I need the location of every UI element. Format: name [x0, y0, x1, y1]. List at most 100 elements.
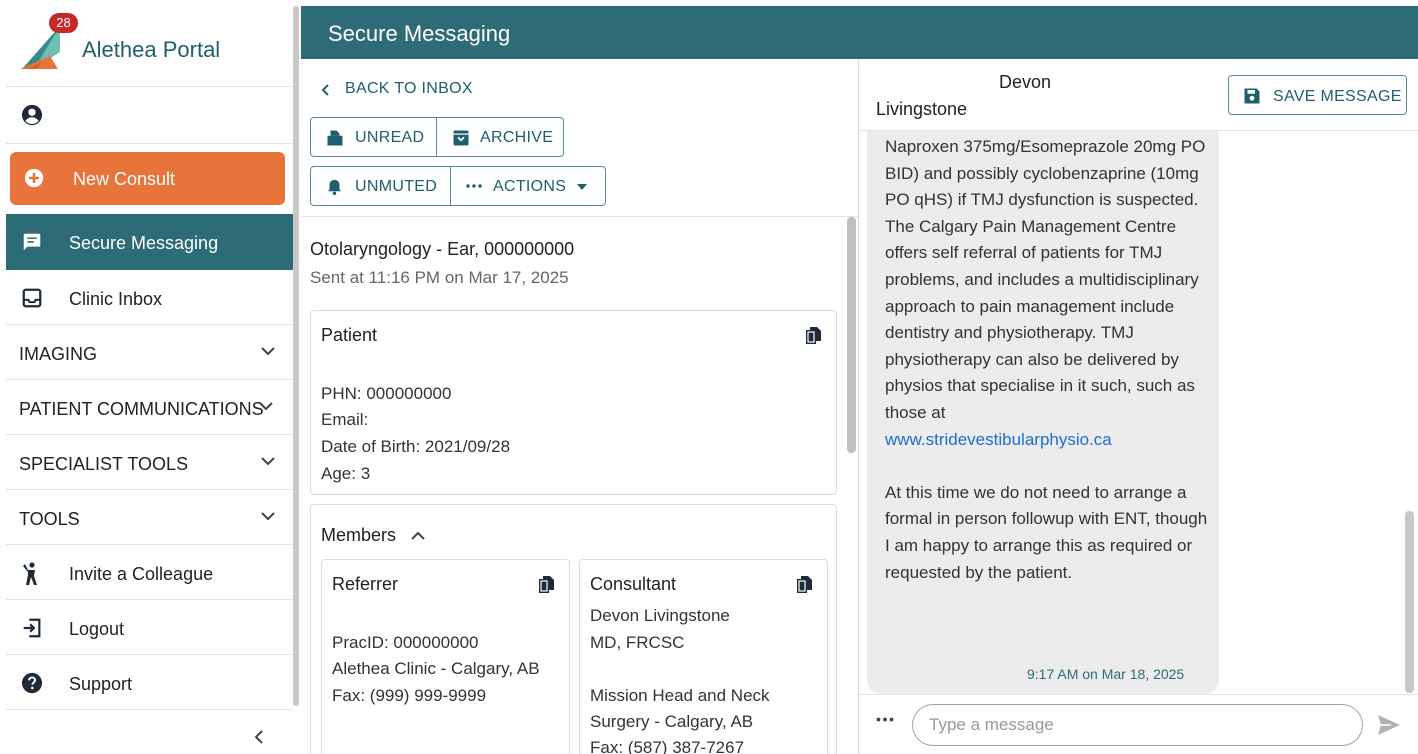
copy-icon[interactable] — [539, 576, 554, 593]
archive-label: ARCHIVE — [480, 129, 554, 146]
save-message-button[interactable]: SAVE MESSAGE — [1228, 75, 1407, 115]
message-body: Naproxen 375mg/Esomeprazole 20mg PO BID)… — [885, 134, 1211, 586]
logout-icon — [23, 618, 41, 638]
consultant-fax: Fax: (587) 387-7267 — [590, 738, 745, 754]
notification-button-group: UNMUTED ACTIONS — [310, 166, 606, 206]
chevron-up-icon — [411, 531, 425, 540]
sidebar-group-label: IMAGING — [19, 344, 98, 364]
new-consult-button[interactable]: New Consult — [10, 152, 285, 205]
archive-button[interactable]: ARCHIVE — [436, 118, 563, 156]
consultant-name: Devon Livingstone — [590, 606, 730, 625]
physio-website-link[interactable]: www.stridevestibularphysio.ca — [885, 430, 1112, 449]
patient-email: Email: — [321, 410, 369, 429]
sidebar-item-label: Support — [69, 674, 133, 694]
sidebar-group-patient-communications[interactable]: PATIENT COMMUNICATIONS — [6, 380, 293, 435]
sidebar-item-support[interactable]: Support — [6, 655, 293, 710]
conversation-scrollbar[interactable] — [1405, 511, 1414, 693]
actions-label: ACTIONS — [493, 178, 567, 195]
copy-icon[interactable] — [806, 327, 821, 344]
actions-dropdown-button[interactable]: ACTIONS — [450, 167, 605, 205]
save-icon — [1244, 88, 1260, 104]
send-icon[interactable] — [1377, 714, 1401, 736]
chevron-down-icon — [259, 402, 273, 411]
consultant-card: Consultant Devon Livingstone MD, FRCSC M… — [579, 559, 828, 754]
copy-icon[interactable] — [797, 576, 812, 593]
more-horizontal-icon — [466, 184, 482, 188]
archive-icon — [453, 130, 469, 146]
thread-subject: Otolaryngology - Ear, 000000000 — [310, 239, 575, 259]
message-bubble: Naproxen 375mg/Esomeprazole 20mg PO BID)… — [867, 131, 1219, 694]
conversation-panel: Devon Livingstone SAVE MESSAGE Naproxen … — [859, 59, 1418, 754]
toolbar-divider — [301, 216, 858, 217]
sidebar-collapse-button[interactable] — [6, 718, 293, 754]
app-header: Secure Messaging — [301, 6, 1418, 59]
caret-down-icon — [577, 184, 587, 190]
unread-label: UNREAD — [355, 129, 425, 146]
chevron-left-icon — [254, 730, 263, 744]
new-consult-label: New Consult — [73, 169, 176, 189]
patient-age: Age: 3 — [321, 464, 371, 483]
message-text-part2: At this time we do not need to arrange a… — [885, 482, 1208, 582]
members-card: Members Referrer PracID: 000000000 Aleth… — [310, 504, 837, 754]
patient-card: Patient PHN: 000000000 Email: Date of Bi… — [310, 310, 837, 495]
back-to-inbox-label: BACK TO INBOX — [345, 80, 473, 97]
unmuted-label: UNMUTED — [355, 178, 438, 195]
sidebar-group-tools[interactable]: TOOLS — [6, 490, 293, 545]
patient-phn: PHN: 000000000 — [321, 384, 452, 403]
person-wave-icon — [23, 562, 37, 585]
consultant-org-line1: Mission Head and Neck — [590, 686, 770, 705]
more-options-icon[interactable] — [876, 717, 894, 722]
mail-open-icon — [327, 130, 343, 146]
sidebar-item-clinic-inbox[interactable]: Clinic Inbox — [6, 270, 293, 325]
thread-details-panel: BACK TO INBOX UNREAD ARCHIVE UNMUTED ACT… — [301, 59, 858, 754]
consultant-title: Consultant — [590, 574, 677, 594]
sidebar-group-label: PATIENT COMMUNICATIONS — [19, 399, 264, 419]
thread-scrollbar[interactable] — [847, 217, 856, 453]
members-toggle[interactable]: Members — [321, 525, 425, 546]
sidebar-scrollbar[interactable] — [293, 6, 299, 706]
brand-header: 28 Alethea Portal — [6, 6, 293, 87]
sidebar-item-label: Invite a Colleague — [69, 564, 214, 584]
help-circle-icon — [21, 672, 43, 694]
message-timestamp: 9:17 AM on Mar 18, 2025 — [1027, 666, 1185, 682]
brand-title[interactable]: Alethea Portal — [82, 37, 220, 63]
message-icon — [23, 233, 41, 251]
sidebar-item-label: Secure Messaging — [69, 233, 219, 253]
chevron-down-icon — [261, 347, 275, 356]
consultant-credentials: MD, FRCSC — [590, 633, 685, 652]
message-input[interactable] — [912, 704, 1363, 746]
sidebar-group-specialist-tools[interactable]: SPECIALIST TOOLS — [6, 435, 293, 490]
notification-badge: 28 — [49, 13, 78, 33]
consultant-org-line2: Surgery - Calgary, AB — [590, 712, 754, 731]
plus-circle-icon — [24, 168, 44, 188]
message-text-part1: Naproxen 375mg/Esomeprazole 20mg PO BID)… — [885, 137, 1206, 422]
unread-button[interactable]: UNREAD — [311, 118, 436, 156]
referrer-clinic: Alethea Clinic - Calgary, AB — [332, 659, 540, 678]
bell-icon — [328, 179, 341, 196]
sidebar-group-label: TOOLS — [19, 509, 80, 529]
status-button-group: UNREAD ARCHIVE — [310, 117, 564, 157]
account-circle-icon[interactable] — [21, 104, 43, 126]
contact-last-name: Livingstone — [876, 99, 968, 119]
thread-sent-time: Sent at 11:16 PM on Mar 17, 2025 — [310, 268, 569, 287]
referrer-pracid: PracID: 000000000 — [332, 633, 479, 652]
sidebar-item-label: Clinic Inbox — [69, 289, 163, 309]
members-title: Members — [321, 525, 397, 545]
patient-card-title: Patient — [321, 325, 378, 345]
referrer-card: Referrer PracID: 000000000 Alethea Clini… — [321, 559, 570, 754]
sidebar: 28 Alethea Portal New Consult Secure Mes… — [6, 6, 293, 754]
page-title: Secure Messaging — [328, 21, 511, 46]
profile-row[interactable] — [6, 87, 293, 144]
sidebar-item-label: Logout — [69, 619, 125, 639]
sidebar-item-invite-colleague[interactable]: Invite a Colleague — [6, 545, 293, 600]
sidebar-item-secure-messaging[interactable]: Secure Messaging — [6, 214, 293, 270]
contact-first-name: Devon — [999, 72, 1052, 92]
unmuted-button[interactable]: UNMUTED — [311, 167, 450, 205]
referrer-title: Referrer — [332, 574, 399, 594]
sidebar-group-imaging[interactable]: IMAGING — [6, 325, 293, 380]
sidebar-item-logout[interactable]: Logout — [6, 600, 293, 655]
chevron-down-icon — [261, 457, 275, 466]
sidebar-nav: Secure Messaging Clinic Inbox IMAGING PA… — [6, 214, 293, 710]
sidebar-group-label: SPECIALIST TOOLS — [19, 454, 189, 474]
compose-divider — [859, 694, 1418, 695]
